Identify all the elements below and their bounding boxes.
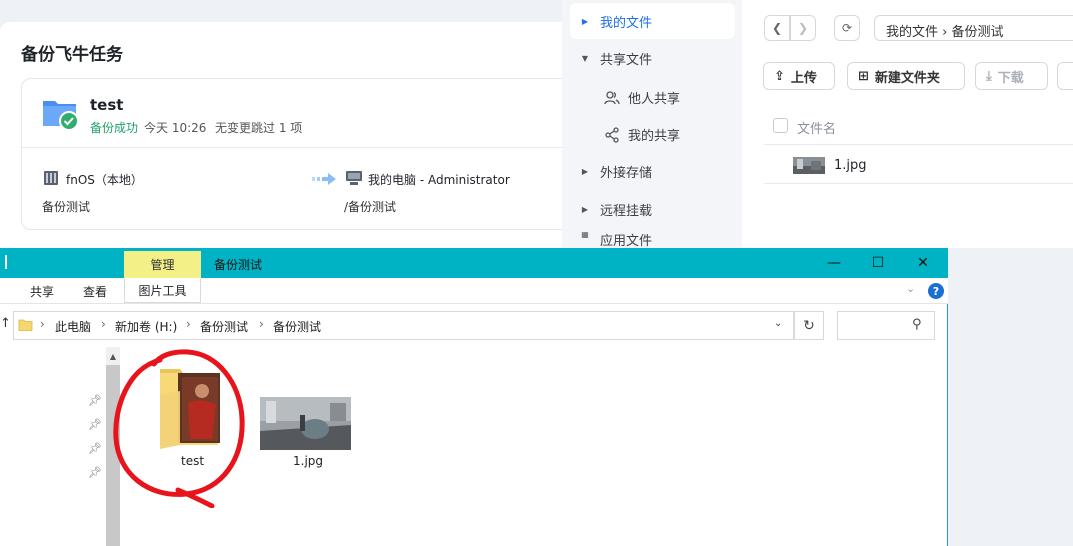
tab-manage[interactable]: 管理	[124, 251, 201, 278]
destination-path: /备份测试	[344, 200, 397, 214]
pin-icon: 📌︎	[88, 418, 102, 431]
sidebar-item-app-files[interactable]: ▦ 应用文件	[570, 230, 735, 248]
breadcrumb-this-pc[interactable]: 此电脑	[55, 318, 91, 335]
upload-icon: ⇪	[774, 68, 785, 84]
upload-button[interactable]: ⇪ 上传	[763, 62, 835, 90]
caret-right-icon: ▶	[581, 204, 589, 214]
breadcrumb-separator-icon[interactable]: ›	[259, 317, 264, 331]
select-all-checkbox[interactable]	[773, 118, 788, 133]
source-path: 备份测试	[42, 200, 91, 214]
new-folder-icon: ⊞	[858, 68, 869, 84]
path-breadcrumb[interactable]: 我的文件 › 备份测试	[874, 15, 1073, 41]
sidebar-item-label: 共享文件	[600, 52, 653, 68]
sidebar-item-label: 我的共享	[628, 129, 681, 144]
ribbon-expand-icon[interactable]: ⌄	[906, 282, 915, 295]
new-folder-button[interactable]: ⊞ 新建文件夹	[847, 62, 965, 90]
chevron-left-icon: ❮	[771, 21, 783, 35]
caret-right-icon: ▶	[581, 16, 589, 26]
window-edge	[5, 255, 7, 269]
more-button[interactable]	[1057, 62, 1073, 90]
folder-success-icon	[43, 101, 78, 130]
download-icon: ⤓	[986, 68, 992, 84]
column-header-name[interactable]: 文件名	[797, 118, 836, 137]
tab-view[interactable]: 查看	[83, 283, 107, 300]
tab-share[interactable]: 共享	[30, 283, 54, 300]
sidebar-item-label: 我的文件	[600, 15, 653, 31]
forward-button[interactable]: ❯	[790, 15, 816, 41]
pin-icon: 📌︎	[88, 442, 102, 455]
maximize-button[interactable]: ☐	[855, 249, 901, 277]
window-title: 备份测试	[214, 258, 263, 272]
minimize-button[interactable]: —	[811, 249, 857, 277]
explorer-item-label[interactable]: 1.jpg	[293, 454, 323, 468]
upload-label: 上传	[790, 70, 817, 86]
breadcrumb-separator-icon[interactable]: ›	[40, 317, 45, 331]
task-time: 今天 10:26	[144, 121, 207, 135]
caret-right-icon: ▶	[581, 166, 589, 176]
destination-name: 我的电脑 - Administrator	[368, 173, 510, 187]
sidebar-item-remote-mount[interactable]: ▶ 远程挂载	[570, 191, 735, 227]
red-annotation-circle	[113, 349, 245, 508]
search-icon: ⚲	[912, 317, 922, 332]
backup-title: 备份飞牛任务	[21, 45, 123, 65]
image-thumbnail[interactable]	[260, 397, 351, 450]
chevron-right-icon: ❯	[797, 21, 809, 35]
sidebar-item-label: 他人共享	[628, 92, 681, 107]
address-dropdown-icon[interactable]: ⌄	[774, 318, 782, 329]
share-icon	[605, 126, 619, 143]
breadcrumb-volume[interactable]: 新加卷 (H:)	[115, 318, 177, 335]
users-icon	[604, 90, 620, 104]
sidebar-item-external-storage[interactable]: ▶ 外接存储	[570, 153, 735, 189]
sidebar-item-label: 外接存储	[600, 165, 653, 181]
back-button[interactable]: ❮	[764, 15, 790, 41]
sidebar-item-label: 远程挂载	[600, 203, 653, 219]
sidebar-item-shared-files[interactable]: ▼ 共享文件	[570, 40, 735, 76]
breadcrumb-current-folder[interactable]: 备份测试	[273, 318, 321, 335]
file-name[interactable]: 1.jpg	[834, 158, 867, 173]
help-icon[interactable]: ?	[928, 283, 944, 299]
breadcrumb-folder[interactable]: 备份测试	[200, 318, 248, 335]
breadcrumb-separator-icon[interactable]: ›	[101, 317, 106, 331]
refresh-button[interactable]: ↻	[794, 311, 824, 340]
breadcrumb-separator-icon[interactable]: ›	[186, 317, 191, 331]
task-skip-info: 无变更跳过 1 项	[215, 121, 303, 135]
close-icon: ✕	[917, 255, 929, 271]
download-label: 下载	[997, 70, 1024, 86]
task-divider	[22, 147, 580, 148]
sidebar-item-label: 应用文件	[600, 234, 653, 248]
up-arrow-icon[interactable]: ↑	[0, 316, 11, 331]
download-button[interactable]: ⤓ 下载	[975, 62, 1048, 90]
refresh-icon: ↻	[803, 317, 815, 334]
nas-server-icon	[44, 171, 58, 185]
sidebar-item-my-files[interactable]: ▶ 我的文件	[570, 3, 735, 39]
tab-picture-tools[interactable]: 图片工具	[124, 278, 201, 303]
sidebar-item-my-shares[interactable]: 我的共享	[604, 125, 680, 144]
apps-icon: ▦	[581, 230, 589, 239]
pin-icon: 📌︎	[88, 466, 102, 479]
sidebar-item-others-shared[interactable]: 他人共享	[604, 88, 680, 107]
sync-arrow-icon	[312, 173, 336, 185]
maximize-icon: ☐	[871, 255, 885, 271]
caret-down-icon: ▼	[581, 53, 589, 63]
task-name: test	[90, 96, 124, 114]
new-folder-label: 新建文件夹	[874, 70, 940, 86]
computer-icon	[346, 171, 362, 185]
refresh-icon: ⟳	[841, 21, 853, 35]
close-button[interactable]: ✕	[900, 249, 946, 277]
refresh-button[interactable]: ⟳	[834, 15, 860, 41]
source-name: fnOS（本地）	[66, 173, 143, 187]
pin-icon: 📌︎	[88, 394, 102, 407]
folder-icon	[18, 319, 33, 331]
task-status: 备份成功	[90, 121, 139, 135]
image-thumbnail	[793, 157, 825, 174]
minimize-icon: —	[827, 255, 841, 271]
